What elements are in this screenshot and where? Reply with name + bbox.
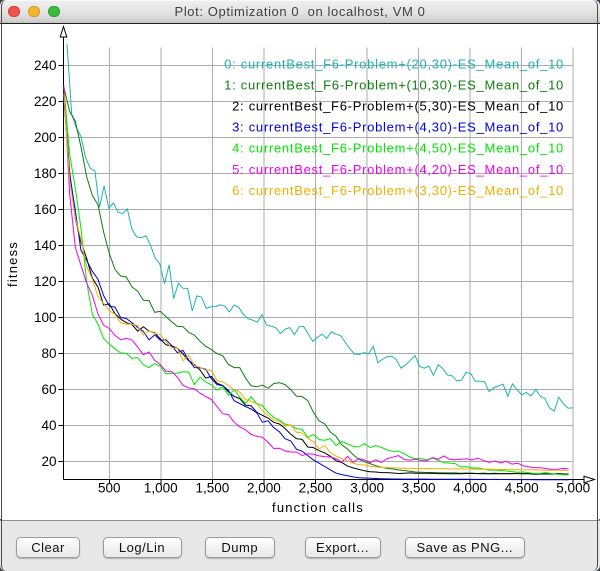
svg-text:4,500: 4,500 bbox=[505, 481, 539, 496]
svg-text:2: currentBest_F6-Problem+(5,3: 2: currentBest_F6-Problem+(5,30)-ES_Mean… bbox=[232, 99, 564, 114]
svg-text:180: 180 bbox=[34, 166, 57, 181]
svg-text:60: 60 bbox=[41, 382, 56, 397]
svg-text:1,000: 1,000 bbox=[144, 481, 178, 496]
svg-text:1,500: 1,500 bbox=[196, 481, 230, 496]
svg-text:fitness: fitness bbox=[5, 241, 20, 287]
svg-text:6: currentBest_F6-Problem+(3,3: 6: currentBest_F6-Problem+(3,30)-ES_Mean… bbox=[232, 183, 564, 198]
svg-text:3,000: 3,000 bbox=[350, 481, 384, 496]
svg-text:3: currentBest_F6-Problem+(4,3: 3: currentBest_F6-Problem+(4,30)-ES_Mean… bbox=[232, 120, 564, 135]
svg-text:4: currentBest_F6-Problem+(4,5: 4: currentBest_F6-Problem+(4,50)-ES_Mean… bbox=[232, 141, 564, 156]
svg-text:2,500: 2,500 bbox=[299, 481, 333, 496]
svg-text:240: 240 bbox=[34, 58, 57, 73]
svg-text:140: 140 bbox=[34, 238, 57, 253]
svg-text:120: 120 bbox=[34, 274, 57, 289]
svg-text:40: 40 bbox=[41, 418, 56, 433]
svg-text:100: 100 bbox=[34, 310, 57, 325]
svg-text:1: currentBest_F6-Problem+(10,: 1: currentBest_F6-Problem+(10,30)-ES_Mea… bbox=[224, 78, 564, 93]
svg-text:20: 20 bbox=[41, 454, 56, 469]
svg-text:160: 160 bbox=[34, 202, 57, 217]
svg-text:0: currentBest_F6-Problem+(20,: 0: currentBest_F6-Problem+(20,30)-ES_Mea… bbox=[224, 57, 564, 72]
svg-text:200: 200 bbox=[34, 130, 57, 145]
svg-text:500: 500 bbox=[98, 481, 121, 496]
svg-text:5,000: 5,000 bbox=[556, 481, 590, 496]
svg-text:function calls: function calls bbox=[272, 500, 364, 515]
svg-text:4,000: 4,000 bbox=[453, 481, 487, 496]
svg-text:220: 220 bbox=[34, 94, 57, 109]
svg-text:80: 80 bbox=[41, 346, 56, 361]
svg-text:3,500: 3,500 bbox=[402, 481, 436, 496]
svg-text:2,000: 2,000 bbox=[247, 481, 281, 496]
svg-text:5: currentBest_F6-Problem+(4,2: 5: currentBest_F6-Problem+(4,20)-ES_Mean… bbox=[232, 162, 564, 177]
